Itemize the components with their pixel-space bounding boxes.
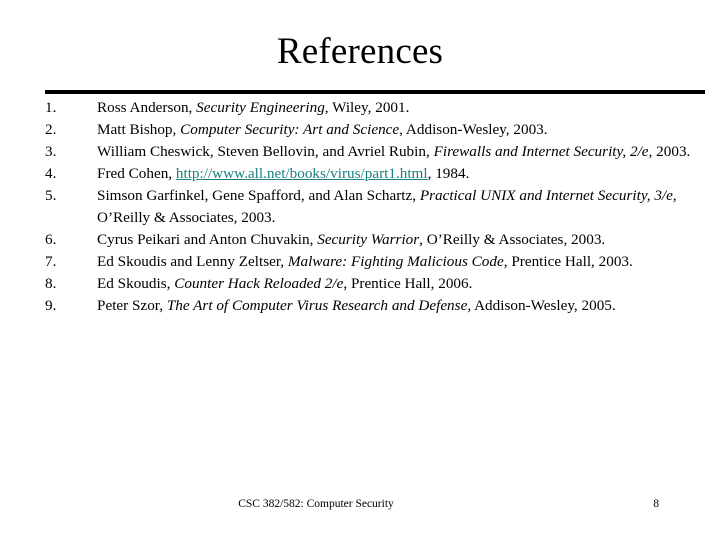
reference-work-title: Security Engineering	[196, 99, 325, 116]
footer-course-label: CSC 382/582: Computer Security	[238, 498, 394, 510]
reference-authors: William Cheswick, Steven Bellovin, and A…	[97, 143, 434, 161]
reference-work-title: Practical UNIX and Internet Security, 3/…	[419, 187, 673, 205]
reference-number: 5.	[45, 187, 57, 205]
reference-work-title: Security Warrior	[317, 231, 420, 249]
reference-publisher: , 1984.	[427, 165, 470, 183]
reference-authors: Fred Cohen,	[97, 165, 176, 183]
reference-number: 1.	[45, 99, 57, 116]
reference-publisher: , Addison-Wesley, 2005.	[467, 297, 616, 315]
reference-work-title: Counter Hack Reloaded 2/e	[174, 275, 344, 293]
slide-references: References 1. Ross Anderson, Security Eng…	[0, 0, 720, 540]
reference-number: 9.	[45, 297, 57, 315]
reference-publisher: , 2003.	[648, 143, 691, 161]
footer-page-number: 8	[653, 498, 659, 510]
reference-authors: Ross Anderson,	[97, 99, 197, 116]
reference-publisher: , Wiley, 2001.	[324, 99, 410, 116]
reference-entry: 3. William Cheswick, Steven Bellovin, and…	[45, 141, 707, 163]
reference-entry: 4. Fred Cohen, http://www.all.net/books/v…	[45, 163, 707, 185]
reference-citation: Ed Skoudis and Lenny Zeltser, Malware: F…	[97, 251, 707, 273]
reference-publisher: , Addison-Wesley, 2003.	[399, 121, 548, 139]
reference-entry: 2. Matt Bishop, Computer Security: Art an…	[45, 119, 707, 141]
reference-authors: Ed Skoudis,	[97, 275, 175, 293]
reference-authors: Simson Garfinkel, Gene Spafford, and Ala…	[97, 187, 420, 205]
reference-authors: Matt Bishop,	[97, 121, 181, 139]
reference-authors: Ed Skoudis and Lenny Zeltser,	[97, 253, 288, 271]
reference-list: 1. Ross Anderson, Security Engineering, W…	[45, 97, 707, 317]
reference-citation: Cyrus Peikari and Anton Chuvakin, Securi…	[97, 229, 707, 251]
reference-entry: 6. Cyrus Peikari and Anton Chuvakin, Secu…	[45, 229, 707, 251]
reference-number: 2.	[45, 121, 57, 139]
reference-citation: Ed Skoudis, Counter Hack Reloaded 2/e, P…	[97, 273, 707, 295]
reference-citation: Ross Anderson, Security Engineering, Wil…	[97, 97, 707, 119]
reference-citation: Matt Bishop, Computer Security: Art and …	[97, 119, 707, 141]
reference-authors: Cyrus Peikari and Anton Chuvakin,	[97, 231, 318, 249]
reference-work-title: Firewalls and Internet Security, 2/e	[433, 143, 649, 161]
reference-work-title: Computer Security: Art and Science	[180, 121, 400, 139]
reference-citation: William Cheswick, Steven Bellovin, and A…	[97, 141, 707, 163]
reference-work-title: The Art of Computer Virus Research and D…	[166, 297, 468, 315]
reference-entry: 5. Simson Garfinkel, Gene Spafford, and A…	[45, 185, 707, 228]
reference-entry: 9. Peter Szor, The Art of Computer Virus …	[45, 295, 707, 317]
reference-hyperlink[interactable]: http://www.all.net/books/virus/part1.htm…	[176, 165, 428, 182]
reference-publisher: , Prentice Hall, 2003.	[503, 253, 633, 271]
reference-citation: Peter Szor, The Art of Computer Virus Re…	[97, 295, 707, 317]
reference-number: 8.	[45, 275, 57, 293]
page-title: References	[276, 31, 444, 72]
reference-entry: 8. Ed Skoudis, Counter Hack Reloaded 2/e,…	[45, 273, 707, 295]
reference-work-title: Malware: Fighting Malicious Code	[287, 253, 504, 271]
reference-number: 7.	[45, 253, 57, 271]
reference-publisher: , O’Reilly & Associates, 2003.	[419, 231, 606, 249]
reference-entry: 7. Ed Skoudis and Lenny Zeltser, Malware:…	[45, 251, 707, 273]
reference-authors: Peter Szor,	[97, 297, 167, 315]
reference-citation: Simson Garfinkel, Gene Spafford, and Ala…	[97, 185, 707, 228]
reference-entry: 1. Ross Anderson, Security Engineering, W…	[45, 97, 707, 119]
reference-citation: Fred Cohen, http://www.all.net/books/vir…	[97, 163, 707, 185]
reference-publisher: , Prentice Hall, 2006.	[343, 275, 473, 293]
reference-number: 4.	[45, 165, 57, 183]
reference-number: 3.	[45, 143, 57, 161]
slide-footer: CSC 382/582: Computer Security 8	[45, 496, 707, 514]
title-divider-rule	[45, 90, 705, 94]
reference-number: 6.	[45, 231, 57, 249]
